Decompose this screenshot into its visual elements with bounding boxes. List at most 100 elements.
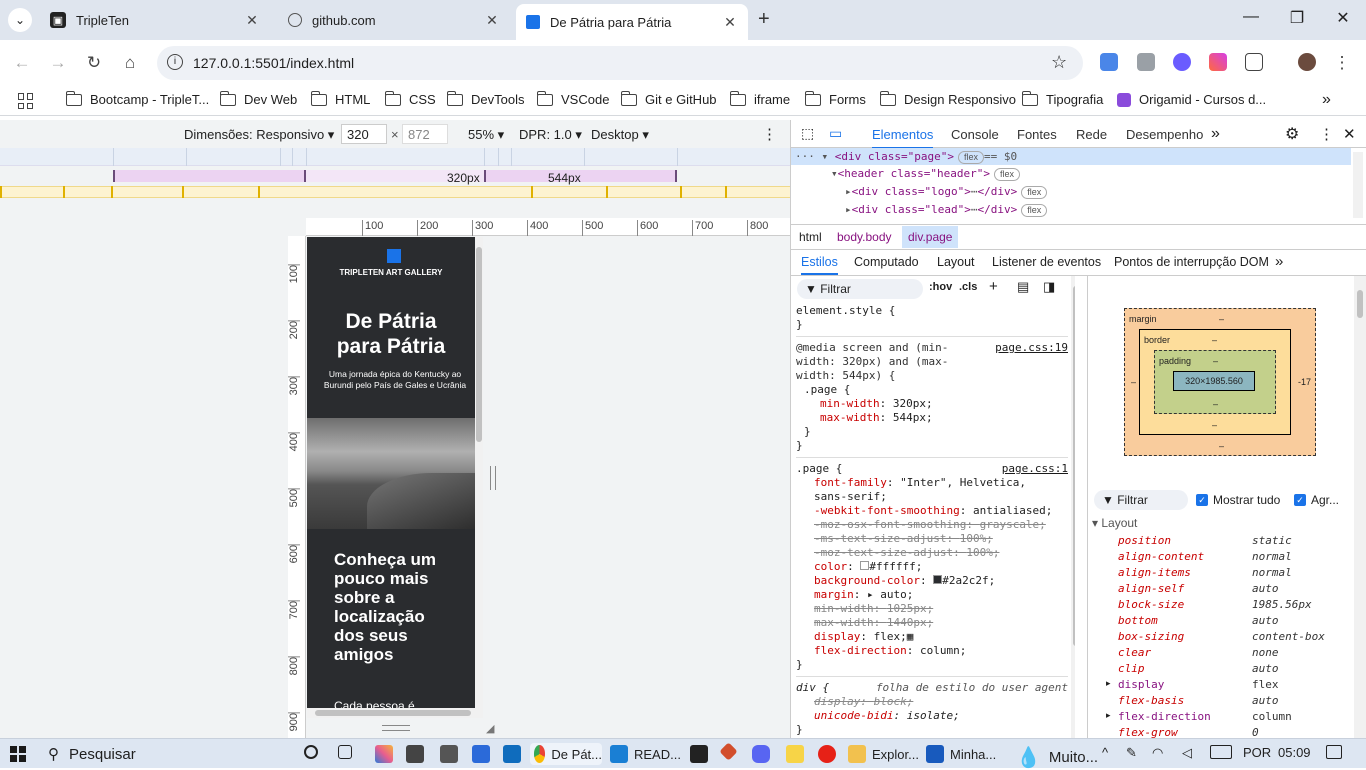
puzzle-icon[interactable] <box>1245 53 1263 71</box>
copilot-icon[interactable] <box>375 745 399 763</box>
tab-github[interactable]: github.com ✕ <box>278 4 510 36</box>
device-toggle-icon[interactable]: ▭ <box>829 125 842 142</box>
extension-icon[interactable] <box>1173 53 1191 71</box>
css-declaration[interactable]: min-width: 320px; <box>796 397 1068 411</box>
extension-icon[interactable] <box>1209 53 1227 71</box>
tab-performance[interactable]: Desempenho <box>1126 127 1203 142</box>
media-bar-minmax-inner[interactable] <box>113 170 306 182</box>
taskbar-app-chrome[interactable]: De Pát... <box>530 743 602 765</box>
width-input[interactable]: 320 <box>341 124 387 144</box>
volume-icon[interactable]: ◁ <box>1182 745 1192 761</box>
hov-toggle[interactable]: :hov <box>929 281 952 293</box>
tab-tripleten[interactable]: ▣ TripleTen ✕ <box>40 4 270 36</box>
paint-icon[interactable]: ▤ <box>1017 279 1029 295</box>
color-swatch[interactable] <box>933 575 943 584</box>
bookmark-folder[interactable]: Dev Web <box>220 90 297 107</box>
address-bar[interactable]: i 127.0.0.1:5501/index.html ☆ <box>157 46 1083 80</box>
css-declaration[interactable]: max-width: 544px; <box>796 411 1068 425</box>
show-all-checkbox[interactable]: ✓ Mostrar tudo <box>1196 493 1280 507</box>
notifications-icon[interactable] <box>1326 745 1342 759</box>
resize-corner-icon[interactable]: ◢ <box>486 722 494 735</box>
taskbar-app-explorer[interactable]: Explor... <box>848 745 919 763</box>
media-bar-min[interactable] <box>0 186 790 198</box>
new-rule-icon[interactable]: + <box>989 278 998 295</box>
keyboard-icon[interactable] <box>1210 745 1232 759</box>
bookmark-folder[interactable]: HTML <box>311 90 370 107</box>
css-declaration[interactable]: margin: ▸ auto; <box>796 588 1068 602</box>
group-checkbox[interactable]: ✓ Agr... <box>1294 493 1339 507</box>
figma-icon[interactable] <box>690 745 714 763</box>
devtools-close-icon[interactable]: ✕ <box>1343 125 1356 143</box>
reload-icon[interactable]: ↻ <box>82 52 106 76</box>
tab-sources[interactable]: Fontes <box>1017 127 1057 142</box>
device-type-select[interactable]: Desktop ▾ <box>591 127 649 143</box>
css-declaration[interactable]: font-family: "Inter", Helvetica, sans-se… <box>796 476 1046 504</box>
more-bookmarks-icon[interactable]: » <box>1322 91 1331 109</box>
sticky-notes-icon[interactable] <box>786 745 810 763</box>
sidebar-toggle-icon[interactable]: ◨ <box>1043 279 1055 295</box>
site-info-icon[interactable]: i <box>167 54 183 70</box>
avatar[interactable] <box>1298 53 1316 71</box>
taskbar-app-word[interactable]: Minha... <box>926 745 996 763</box>
inspect-icon[interactable]: ⬚ <box>801 125 814 142</box>
close-icon[interactable]: ✕ <box>484 12 500 29</box>
home-icon[interactable]: ⌂ <box>118 52 142 76</box>
tab-console[interactable]: Console <box>951 127 999 142</box>
devtools-menu-icon[interactable]: ⋮ <box>1319 125 1334 143</box>
close-icon[interactable]: ✕ <box>244 12 260 29</box>
close-icon[interactable]: ✕ <box>722 14 738 31</box>
media-rule[interactable]: page.css:19 @media screen and (min-width… <box>796 337 1068 458</box>
layout-group-header[interactable]: ▾ Layout <box>1092 516 1137 530</box>
bookmark-folder[interactable]: iframe <box>730 90 790 107</box>
task-view-icon[interactable] <box>304 745 324 759</box>
bookmark-folder[interactable]: Git e GitHub <box>621 90 717 107</box>
css-declaration[interactable]: max-width: 1440px; <box>796 616 1068 630</box>
css-declaration[interactable]: color: #ffffff; <box>796 560 1068 574</box>
subtab-computed[interactable]: Computado <box>854 255 919 269</box>
dpr-select[interactable]: DPR: 1.0 ▾ <box>519 127 582 143</box>
widgets-icon[interactable] <box>338 745 358 759</box>
computed-scrollbar[interactable] <box>1354 276 1366 738</box>
css-declaration[interactable]: min-width: 1025px; <box>796 602 1068 616</box>
styles-scrollbar[interactable] <box>1071 276 1075 738</box>
resize-handle-right[interactable] <box>490 466 496 490</box>
tab-elements[interactable]: Elementos <box>872 127 934 149</box>
dimensions-select[interactable]: Dimensões: Responsivo ▾ <box>184 127 334 143</box>
css-declaration[interactable]: -webkit-font-smoothing: antialiased; <box>796 504 1068 518</box>
taskbar-search[interactable]: ⚲ Pesquisar <box>48 744 298 764</box>
youtube-icon[interactable] <box>818 745 842 763</box>
weather-widget[interactable]: 💧 Muito... <box>1016 745 1098 770</box>
git-icon[interactable] <box>719 742 741 761</box>
pen-icon[interactable]: ✎ <box>1126 745 1137 761</box>
apps-icon[interactable] <box>18 93 34 109</box>
zoom-select[interactable]: 55% ▾ <box>468 127 504 143</box>
height-input[interactable]: 872 <box>402 124 448 144</box>
taskbar-app-vscode[interactable]: READ... <box>610 745 681 763</box>
styles-filter[interactable]: ▼ Filtrar <box>797 279 923 299</box>
breadcrumb-html[interactable]: html <box>799 230 822 244</box>
page-scrollbar-track[interactable] <box>475 237 483 708</box>
bookmark-star-icon[interactable]: ☆ <box>1051 52 1067 73</box>
dom-node-logo[interactable]: ▸<div class="logo">⋯</div> flex <box>845 185 1048 199</box>
back-icon[interactable]: ← <box>10 52 34 76</box>
dom-node-header[interactable]: ▾<header class="header"> flex <box>831 167 1020 181</box>
discord-icon[interactable] <box>752 745 776 763</box>
subtab-dom-breakpoints[interactable]: Pontos de interrupção DOM <box>1114 255 1269 269</box>
dom-node-lead[interactable]: ▸<div class="lead">⋯</div> flex <box>845 203 1048 217</box>
outlook-icon[interactable] <box>503 745 527 763</box>
css-declaration[interactable]: background-color: #2a2c2f; <box>796 574 1068 588</box>
subtab-event-listeners[interactable]: Listener de eventos <box>992 255 1101 269</box>
tray-chevron-icon[interactable]: ^ <box>1102 745 1108 760</box>
css-declaration[interactable]: -moz-text-size-adjust: 100%; <box>796 546 1068 560</box>
css-declaration[interactable]: -moz-osx-font-smoothing: grayscale; <box>796 518 1068 532</box>
settings-gear-icon[interactable]: ⚙ <box>1285 124 1299 144</box>
app-icon[interactable] <box>472 745 496 763</box>
window-close-icon[interactable]: ✕ <box>1328 8 1358 28</box>
resize-handle-bottom[interactable] <box>382 725 410 731</box>
files-icon[interactable] <box>406 745 430 763</box>
translate-extension-icon[interactable] <box>1100 53 1118 71</box>
bookmark-folder[interactable]: DevTools <box>447 90 524 107</box>
new-tab-button[interactable]: + <box>758 8 770 31</box>
subtab-layout[interactable]: Layout <box>937 255 975 269</box>
more-tabs-icon[interactable]: » <box>1211 125 1220 143</box>
